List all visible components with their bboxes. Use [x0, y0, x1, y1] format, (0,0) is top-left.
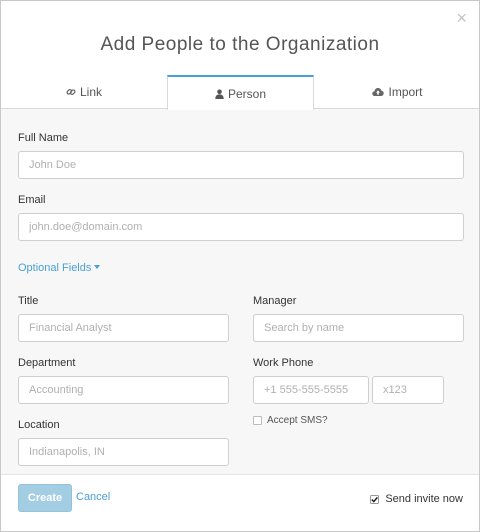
user-icon: [215, 89, 224, 99]
cloud-upload-icon: [372, 87, 385, 97]
work-phone-input[interactable]: [253, 376, 369, 404]
create-button[interactable]: Create: [18, 484, 72, 512]
accept-sms-option[interactable]: Accept SMS?: [253, 415, 328, 426]
tab-import[interactable]: Import: [314, 75, 480, 109]
work-phone-label: Work Phone: [253, 357, 314, 369]
title-input[interactable]: [18, 314, 229, 342]
send-invite-label: Send invite now: [385, 493, 463, 505]
email-input[interactable]: [18, 213, 464, 241]
tab-bar: Link Person Import: [1, 75, 480, 110]
send-invite-checkbox[interactable]: [370, 494, 380, 504]
email-label: Email: [18, 194, 46, 206]
modal-footer: Create Cancel Send invite now: [1, 474, 479, 531]
manager-search-input[interactable]: [253, 314, 464, 342]
link-icon: [66, 87, 76, 97]
tab-import-label: Import: [388, 85, 423, 99]
department-label: Department: [18, 357, 76, 369]
cancel-link[interactable]: Cancel: [76, 491, 110, 503]
close-icon[interactable]: ×: [456, 9, 467, 27]
modal-title: Add People to the Organization: [100, 34, 380, 55]
tab-link-label: Link: [79, 85, 102, 99]
location-input[interactable]: [18, 438, 229, 466]
optional-fields-label: Optional Fields: [18, 262, 92, 274]
tab-link[interactable]: Link: [1, 75, 167, 109]
full-name-input[interactable]: [18, 151, 464, 179]
title-label: Title: [18, 295, 39, 307]
caret-down-icon: [94, 265, 101, 269]
person-form: Full Name Email Optional Fields Title Ma…: [1, 109, 479, 474]
phone-extension-input[interactable]: [372, 376, 444, 404]
full-name-label: Full Name: [18, 132, 69, 144]
accept-sms-checkbox[interactable]: [253, 416, 262, 425]
location-label: Location: [18, 419, 60, 431]
add-people-modal: × Add People to the Organization Link Pe…: [0, 0, 480, 532]
send-invite-option[interactable]: Send invite now: [370, 493, 463, 505]
tab-person-label: Person: [227, 86, 267, 101]
tab-person[interactable]: Person: [167, 75, 314, 110]
checkmark-icon: [370, 494, 380, 504]
manager-label: Manager: [253, 295, 297, 307]
department-input[interactable]: [18, 376, 229, 404]
optional-fields-toggle[interactable]: Optional Fields: [18, 262, 101, 274]
accept-sms-label: Accept SMS?: [267, 415, 328, 426]
